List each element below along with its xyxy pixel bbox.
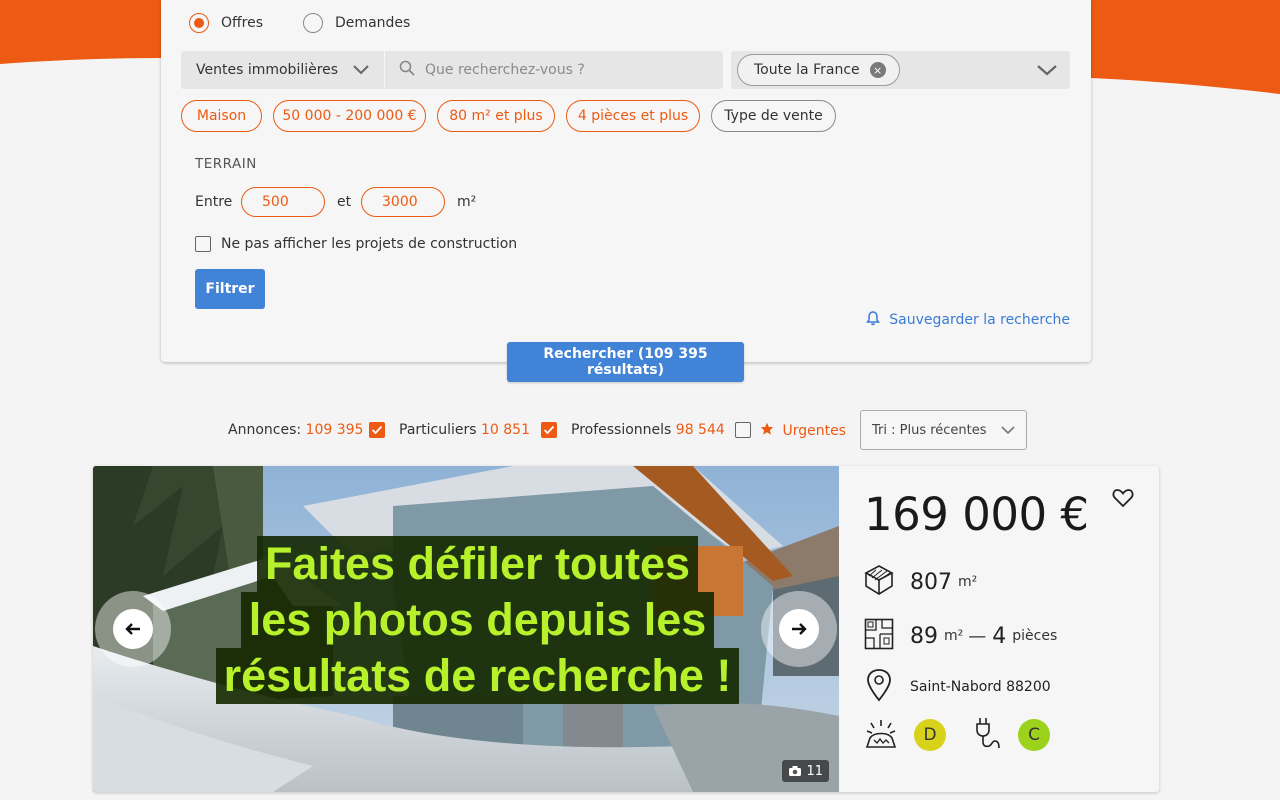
check-icon bbox=[371, 425, 383, 435]
location-select[interactable]: Toute la France × bbox=[731, 51, 1070, 89]
bell-icon bbox=[865, 310, 881, 330]
plug-icon bbox=[972, 716, 1002, 754]
results-filter-bar: Annonces: 109 395 Particuliers 10 851 Pr… bbox=[228, 410, 1028, 450]
terrain-and-label: et bbox=[337, 194, 352, 210]
radio-demandes-label[interactable]: Demandes bbox=[335, 15, 410, 31]
listing-photo[interactable]: Faites défiler toutes les photos depuis … bbox=[93, 466, 839, 792]
hide-construction-checkbox[interactable] bbox=[195, 236, 211, 252]
search-input-wrapper bbox=[385, 51, 723, 89]
search-icon bbox=[399, 60, 415, 80]
heart-icon[interactable] bbox=[1112, 488, 1134, 512]
listing-info: 169 000 € 807 m² 89 m² — 4 pièces Saint-… bbox=[839, 466, 1159, 792]
land-area-row: 807 m² bbox=[864, 564, 977, 600]
sort-select-value: Tri : Plus récentes bbox=[872, 422, 987, 438]
rooms-unit: pièces bbox=[1012, 628, 1058, 644]
terrain-title: TERRAIN bbox=[195, 156, 257, 172]
professionnels-checkbox[interactable] bbox=[541, 422, 557, 438]
professionnels-label: Professionnels bbox=[571, 422, 672, 438]
surface-rooms-row: 89 m² — 4 pièces bbox=[864, 618, 1057, 654]
sort-select[interactable]: Tri : Plus récentes bbox=[860, 410, 1027, 450]
particuliers-checkbox[interactable] bbox=[369, 422, 385, 438]
terrain-max-input[interactable]: 3000 bbox=[361, 187, 445, 217]
search-button[interactable]: Rechercher (109 395 résultats) bbox=[507, 342, 744, 382]
chip-rooms[interactable]: 4 pièces et plus bbox=[566, 100, 700, 132]
filter-chips: Maison 50 000 - 200 000 € 80 m² et plus … bbox=[181, 100, 847, 132]
urgentes-filter[interactable]: Urgentes bbox=[760, 422, 846, 439]
save-search-link[interactable]: Sauvegarder la recherche bbox=[865, 310, 1070, 330]
dpe-badge: D bbox=[914, 719, 946, 751]
arrow-left-icon bbox=[113, 609, 153, 649]
terrain-range: Entre 500 et 3000 m² bbox=[195, 187, 595, 217]
particuliers-filter[interactable]: Particuliers 10 851 bbox=[399, 422, 530, 438]
land-icon bbox=[864, 564, 894, 600]
chevron-down-icon bbox=[1000, 423, 1016, 441]
photo-count: 11 bbox=[806, 763, 823, 779]
check-icon bbox=[543, 425, 555, 435]
category-select[interactable]: Ventes immobilières bbox=[181, 51, 384, 89]
terrain-min-input[interactable]: 500 bbox=[241, 187, 325, 217]
hide-construction-row: Ne pas afficher les projets de construct… bbox=[195, 236, 517, 252]
urgentes-label: Urgentes bbox=[782, 423, 846, 439]
floorplan-icon bbox=[864, 618, 894, 654]
arrow-right-icon bbox=[779, 609, 819, 649]
radio-offres[interactable] bbox=[189, 13, 209, 33]
terrain-unit-label: m² bbox=[457, 194, 477, 210]
surface-value: 89 bbox=[910, 623, 938, 649]
listing-location: Saint-Nabord 88200 bbox=[910, 679, 1051, 695]
ges-badge: C bbox=[1018, 719, 1050, 751]
chip-sale-type[interactable]: Type de vente bbox=[711, 100, 836, 132]
professionnels-filter[interactable]: Professionnels 98 544 bbox=[571, 422, 725, 438]
annonces-label: Annonces: bbox=[228, 422, 302, 438]
close-icon[interactable]: × bbox=[869, 62, 886, 78]
location-row: Saint-Nabord 88200 bbox=[864, 668, 1051, 706]
next-photo-button[interactable] bbox=[761, 591, 837, 667]
category-select-value: Ventes immobilières bbox=[196, 62, 339, 78]
photo-count-badge: 11 bbox=[782, 760, 829, 782]
rooms-value: 4 bbox=[992, 623, 1007, 649]
location-tag: Toute la France × bbox=[737, 54, 900, 86]
promo-overlay: Faites défiler toutes les photos depuis … bbox=[205, 536, 750, 704]
chevron-down-icon[interactable] bbox=[1036, 62, 1058, 82]
particuliers-label: Particuliers bbox=[399, 422, 477, 438]
hide-construction-label[interactable]: Ne pas afficher les projets de construct… bbox=[221, 236, 517, 252]
separator: — bbox=[968, 625, 987, 647]
energy-icon bbox=[864, 716, 898, 754]
professionnels-value: 98 544 bbox=[675, 422, 725, 438]
search-bar: Ventes immobilières Toute la France × bbox=[181, 51, 1070, 89]
land-area-unit: m² bbox=[958, 574, 978, 590]
star-icon bbox=[760, 422, 774, 435]
filter-button[interactable]: Filtrer bbox=[195, 269, 265, 309]
location-pin-icon bbox=[864, 668, 894, 706]
promo-line-1: Faites défiler toutes bbox=[256, 536, 699, 592]
terrain-between-label: Entre bbox=[195, 194, 233, 210]
listing-price: 169 000 € bbox=[864, 488, 1089, 541]
annonces-value: 109 395 bbox=[305, 422, 364, 438]
search-input[interactable] bbox=[425, 62, 705, 78]
save-search-label: Sauvegarder la recherche bbox=[889, 312, 1070, 328]
land-area-value: 807 bbox=[910, 569, 952, 595]
chip-price-range[interactable]: 50 000 - 200 000 € bbox=[273, 100, 426, 132]
listing-card[interactable]: Faites défiler toutes les photos depuis … bbox=[93, 466, 1159, 792]
energy-row: D C bbox=[864, 716, 1050, 754]
promo-line-2: les photos depuis les bbox=[240, 592, 715, 648]
prev-photo-button[interactable] bbox=[95, 591, 171, 667]
surface-unit: m² bbox=[944, 628, 964, 644]
urgentes-checkbox[interactable] bbox=[735, 422, 751, 438]
camera-icon bbox=[789, 766, 802, 776]
promo-line-3: résultats de recherche ! bbox=[215, 648, 740, 704]
radio-offres-label[interactable]: Offres bbox=[221, 15, 263, 31]
search-panel: Offres Demandes Ventes immobilières Tout… bbox=[161, 0, 1091, 362]
chip-surface[interactable]: 80 m² et plus bbox=[437, 100, 555, 132]
chevron-down-icon bbox=[352, 62, 370, 80]
particuliers-value: 10 851 bbox=[481, 422, 530, 438]
radio-demandes[interactable] bbox=[303, 13, 324, 33]
offer-type-radio-group: Offres Demandes bbox=[189, 13, 450, 33]
location-tag-label: Toute la France bbox=[754, 62, 860, 78]
annonces-count: Annonces: 109 395 bbox=[228, 422, 363, 438]
chip-maison[interactable]: Maison bbox=[181, 100, 262, 132]
